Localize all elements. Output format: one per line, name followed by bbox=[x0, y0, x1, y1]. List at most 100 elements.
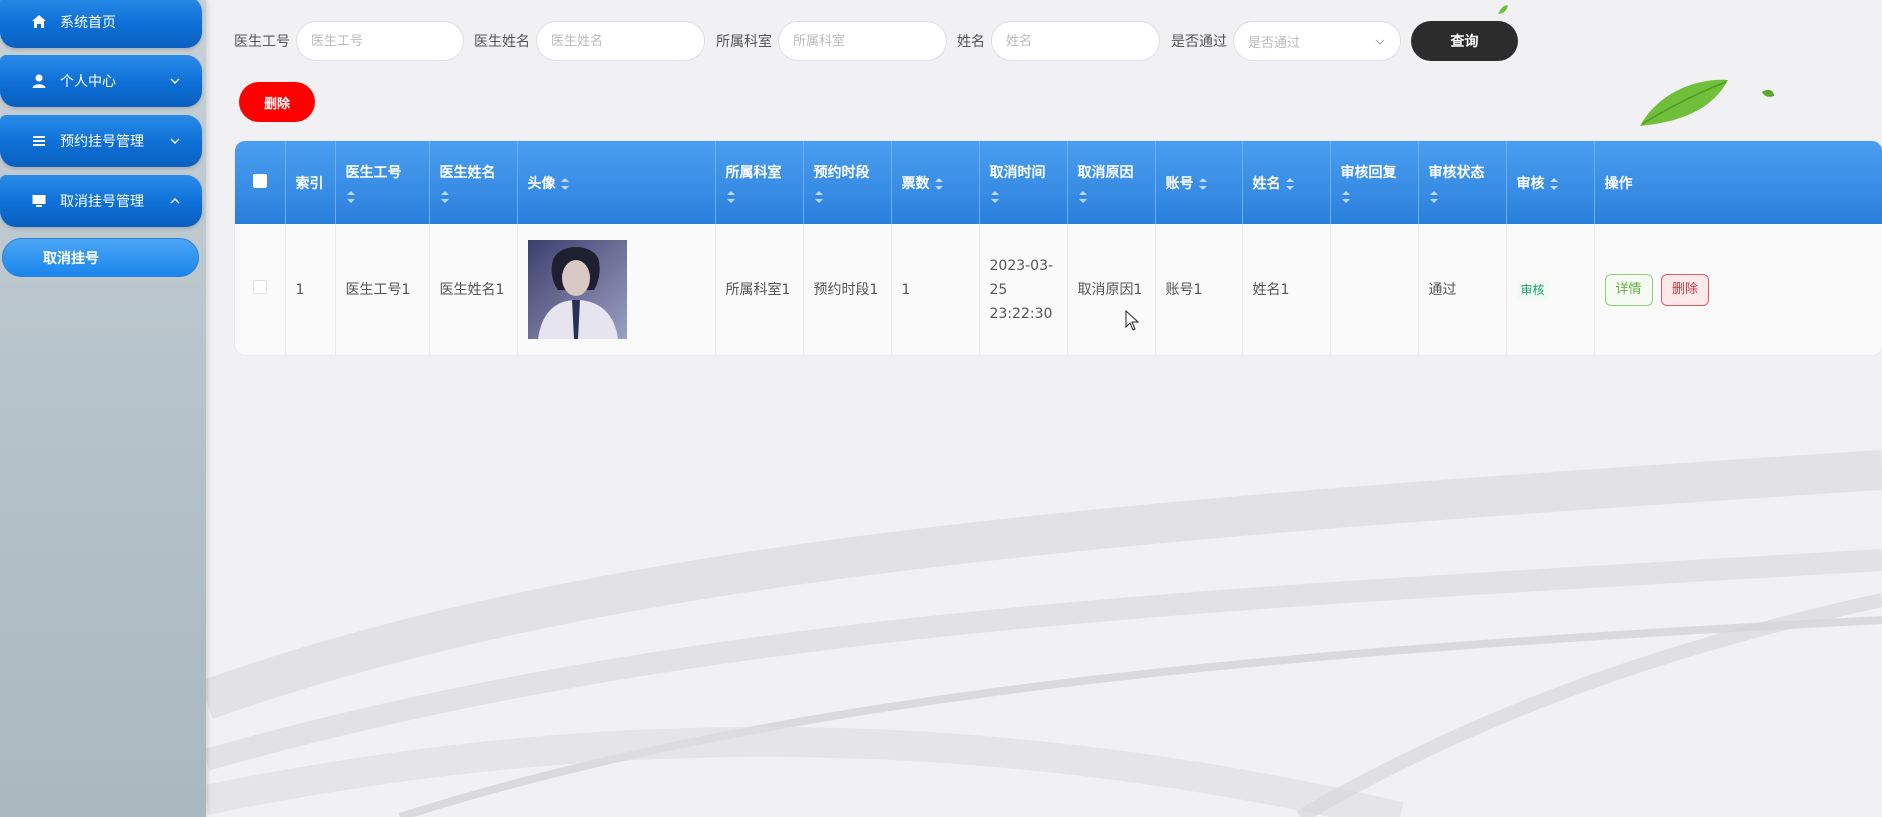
sidebar-item-label: 预约挂号管理 bbox=[60, 134, 144, 150]
list-icon bbox=[30, 132, 48, 150]
name-input[interactable] bbox=[991, 21, 1160, 61]
header-audit[interactable]: 审核 bbox=[1506, 141, 1595, 224]
header-doctor-name[interactable]: 医生姓名 bbox=[429, 141, 518, 224]
doctor-avatar-image bbox=[527, 240, 627, 339]
doctor-id-input[interactable] bbox=[296, 21, 464, 61]
sort-icon[interactable] bbox=[440, 190, 450, 204]
name-label: 姓名 bbox=[957, 34, 985, 50]
department-label: 所属科室 bbox=[716, 34, 772, 50]
header-index: 索引 bbox=[285, 141, 336, 224]
sort-icon[interactable] bbox=[1285, 177, 1295, 191]
background-decoration bbox=[199, 5, 1882, 817]
cancel-registration-table: 索引 医生工号 医生姓名 头像 所属科室 预约时段 票数 取消时间 取消原因 账… bbox=[235, 141, 1882, 355]
cell-select bbox=[235, 224, 286, 355]
detail-button[interactable]: 详情 bbox=[1604, 273, 1653, 306]
bulk-delete-button[interactable]: 删除 bbox=[239, 82, 315, 122]
chevron-up-icon bbox=[170, 198, 180, 204]
cell-department: 所属科室1 bbox=[715, 224, 804, 355]
sidebar-item-label: 取消挂号管理 bbox=[60, 194, 144, 210]
sidebar-item-label: 个人中心 bbox=[60, 74, 116, 90]
header-label: 取消时间 bbox=[989, 164, 1046, 181]
header-slot[interactable]: 预约时段 bbox=[803, 141, 892, 224]
header-label: 审核回复 bbox=[1340, 164, 1397, 181]
header-label: 审核状态 bbox=[1428, 164, 1485, 181]
header-label: 姓名 bbox=[1252, 175, 1281, 192]
audit-link[interactable]: 审核 bbox=[1516, 280, 1549, 299]
chevron-down-icon bbox=[170, 138, 180, 144]
chevron-down-icon bbox=[170, 78, 180, 84]
sidebar-item-home[interactable]: 系统首页 bbox=[0, 0, 202, 48]
header-select-all bbox=[235, 141, 286, 224]
header-status[interactable]: 审核状态 bbox=[1418, 141, 1507, 224]
sort-icon[interactable] bbox=[814, 190, 824, 204]
sort-icon[interactable] bbox=[1341, 190, 1351, 204]
header-label: 审核 bbox=[1516, 175, 1545, 192]
sidebar: 系统首页 个人中心 预约挂号管理 取消挂号管理 取消挂号 bbox=[0, 0, 206, 817]
row-delete-button[interactable]: 删除 bbox=[1660, 273, 1709, 306]
header-cancel-time[interactable]: 取消时间 bbox=[979, 141, 1068, 224]
cell-audit: 审核 bbox=[1506, 224, 1595, 355]
sort-icon[interactable] bbox=[1078, 190, 1088, 204]
cell-cancel-reason: 取消原因1 bbox=[1067, 224, 1156, 355]
cell-status: 通过 bbox=[1418, 224, 1507, 355]
header-account[interactable]: 账号 bbox=[1155, 141, 1243, 224]
sidebar-item-appointment-management[interactable]: 预约挂号管理 bbox=[0, 115, 202, 167]
cell-index: 1 bbox=[285, 224, 336, 355]
header-reply[interactable]: 审核回复 bbox=[1330, 141, 1419, 224]
table-row: 1 医生工号1 医生姓名1 所属科室1 预约时段1 1 2023-03-25 2… bbox=[235, 224, 1882, 355]
passed-select[interactable]: 是否通过 bbox=[1233, 21, 1401, 61]
sort-icon[interactable] bbox=[1198, 177, 1208, 191]
sidebar-item-label: 系统首页 bbox=[60, 15, 116, 31]
sidebar-subitem-cancel-registration[interactable]: 取消挂号 bbox=[2, 238, 199, 277]
cell-avatar bbox=[517, 224, 716, 355]
header-label: 头像 bbox=[527, 175, 556, 192]
user-icon bbox=[30, 72, 48, 90]
header-cancel-reason[interactable]: 取消原因 bbox=[1067, 141, 1156, 224]
header-label: 所属科室 bbox=[725, 164, 782, 181]
department-input[interactable] bbox=[778, 21, 947, 61]
header-label: 医生工号 bbox=[345, 164, 402, 181]
cell-reply bbox=[1330, 224, 1419, 355]
header-label: 医生姓名 bbox=[439, 164, 496, 181]
sort-icon[interactable] bbox=[560, 177, 570, 191]
cell-actions: 详情 删除 bbox=[1594, 224, 1882, 355]
doctor-name-input[interactable] bbox=[536, 21, 705, 61]
sidebar-item-cancel-management[interactable]: 取消挂号管理 bbox=[0, 175, 202, 227]
sort-icon[interactable] bbox=[1429, 190, 1439, 204]
sort-icon[interactable] bbox=[1549, 177, 1559, 191]
search-bar: 医生工号 医生姓名 所属科室 姓名 是否通过 是否通过 查询 bbox=[234, 21, 1518, 61]
select-all-checkbox[interactable] bbox=[252, 173, 267, 188]
header-label: 取消原因 bbox=[1077, 164, 1134, 181]
header-label: 票数 bbox=[901, 175, 930, 192]
cell-slot: 预约时段1 bbox=[803, 224, 892, 355]
header-avatar[interactable]: 头像 bbox=[517, 141, 716, 224]
cell-doctor-id: 医生工号1 bbox=[335, 224, 430, 355]
header-label: 预约时段 bbox=[813, 164, 870, 181]
cell-name: 姓名1 bbox=[1242, 224, 1331, 355]
sort-icon[interactable] bbox=[934, 177, 944, 191]
doctor-id-label: 医生工号 bbox=[234, 34, 290, 50]
header-doctor-id[interactable]: 医生工号 bbox=[335, 141, 430, 224]
doctor-name-label: 医生姓名 bbox=[474, 34, 530, 50]
sort-icon[interactable] bbox=[346, 190, 356, 204]
cell-tickets: 1 bbox=[891, 224, 980, 355]
header-department[interactable]: 所属科室 bbox=[715, 141, 804, 224]
sidebar-item-personal-center[interactable]: 个人中心 bbox=[0, 55, 202, 107]
home-icon bbox=[30, 13, 48, 31]
cell-cancel-time: 2023-03-25 23:22:30 bbox=[979, 224, 1068, 355]
header-name[interactable]: 姓名 bbox=[1242, 141, 1331, 224]
leaf-decoration bbox=[1498, 5, 1774, 126]
sidebar-subitem-label: 取消挂号 bbox=[43, 250, 99, 267]
cell-account: 账号1 bbox=[1155, 224, 1243, 355]
header-actions: 操作 bbox=[1604, 175, 1633, 192]
sort-icon[interactable] bbox=[990, 190, 1000, 204]
cell-doctor-name: 医生姓名1 bbox=[429, 224, 518, 355]
sort-icon[interactable] bbox=[726, 190, 736, 204]
passed-select-placeholder: 是否通过 bbox=[1248, 35, 1301, 51]
passed-label: 是否通过 bbox=[1171, 34, 1227, 50]
header-label: 账号 bbox=[1165, 175, 1194, 192]
query-button[interactable]: 查询 bbox=[1411, 21, 1518, 61]
table-header-row: 索引 医生工号 医生姓名 头像 所属科室 预约时段 票数 取消时间 取消原因 账… bbox=[235, 141, 1882, 224]
header-tickets[interactable]: 票数 bbox=[891, 141, 980, 224]
row-checkbox[interactable] bbox=[252, 279, 267, 294]
